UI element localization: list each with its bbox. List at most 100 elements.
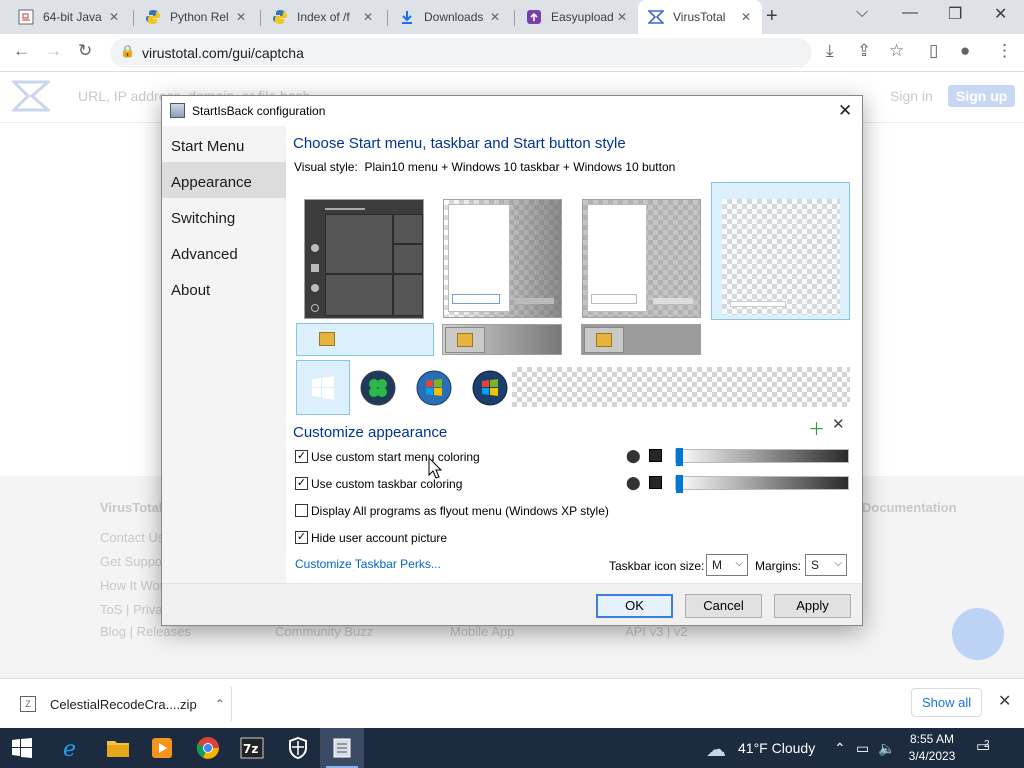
taskbar-file-explorer[interactable] — [96, 728, 140, 768]
restore-icon[interactable]: ❐ — [948, 4, 962, 24]
close-icon[interactable]: ✕ — [360, 10, 376, 24]
checkbox-custom-start-menu-coloring[interactable]: ✓ — [295, 450, 308, 463]
ok-button[interactable]: OK — [596, 594, 673, 618]
chat-button[interactable] — [952, 608, 1004, 660]
taskbar-edge-legacy[interactable]: e — [50, 728, 94, 768]
network-icon[interactable]: ▭ — [856, 740, 869, 757]
margins-select[interactable]: S ⌵ — [805, 554, 847, 576]
profile-avatar-icon[interactable]: ● — [960, 41, 970, 61]
start-button-windows10[interactable] — [296, 360, 350, 415]
taskbar-media-player[interactable] — [140, 728, 184, 768]
start-button-clover-icon[interactable] — [360, 370, 396, 406]
checkbox-all-programs-flyout[interactable] — [295, 504, 308, 517]
footer-link[interactable]: Get Support — [100, 554, 170, 569]
share-icon[interactable]: ⇪ — [857, 41, 871, 61]
slider-thumb[interactable] — [676, 475, 683, 493]
cloud-weather-icon[interactable]: ☁ — [706, 737, 726, 762]
start-menu-preview-windows7[interactable] — [443, 199, 562, 318]
download-item[interactable]: Z CelestialRecodeCra....zip ⌃ — [14, 687, 232, 721]
close-icon[interactable]: ✕ — [738, 10, 754, 24]
tab-python-release[interactable]: Python Rel ✕ — [135, 0, 257, 34]
start-button-windows7-orb-icon[interactable] — [416, 370, 452, 406]
bookmark-star-icon[interactable]: ☆ — [889, 41, 904, 61]
checkbox-custom-taskbar-coloring[interactable]: ✓ — [295, 477, 308, 490]
remove-icon[interactable]: ✕ — [832, 415, 845, 433]
start-button-vista-orb-icon[interactable] — [472, 370, 508, 406]
close-icon[interactable]: ✕ — [233, 10, 249, 24]
show-all-button[interactable]: Show all — [911, 688, 983, 717]
footer-link[interactable]: Mobile App — [450, 624, 514, 639]
taskbar-color-slider[interactable] — [675, 475, 849, 493]
windows-logo-icon — [12, 738, 32, 758]
start-menu-preview-plain10[interactable] — [711, 182, 850, 320]
download-bar: Z CelestialRecodeCra....zip ⌃ Show all ✕ — [0, 678, 1024, 728]
back-icon[interactable]: ← — [13, 41, 30, 61]
7zip-icon: 7z — [240, 737, 264, 759]
close-icon[interactable]: ✕ — [487, 10, 503, 24]
taskbar-7zip[interactable]: 7z — [230, 728, 274, 768]
chevron-up-icon[interactable]: ⌃ — [834, 740, 846, 757]
new-tab-button[interactable]: + — [766, 5, 778, 28]
footer-link[interactable]: API v3 | v2 — [625, 624, 688, 639]
taskbar-color-swatch[interactable] — [649, 476, 662, 489]
reload-icon[interactable]: ↻ — [78, 41, 92, 61]
taskbar-preview-windows7[interactable] — [442, 324, 562, 355]
window-close-icon[interactable]: ✕ — [994, 4, 1007, 24]
slider-thumb[interactable] — [676, 448, 683, 466]
sign-up-button[interactable]: Sign up — [948, 85, 1016, 107]
start-menu-color-slider[interactable] — [675, 448, 849, 466]
clock[interactable]: 8:55 AM 3/4/2023 — [904, 731, 960, 765]
mouse-cursor-icon — [428, 457, 442, 479]
taskbar-icon-size-select[interactable]: M ⌵ — [706, 554, 748, 576]
tab-virustotal[interactable]: VirusTotal ✕ — [638, 0, 762, 34]
tab-easyupload[interactable]: Easyupload ✕ — [516, 0, 638, 34]
footer-link[interactable]: Blog | Releases — [100, 624, 191, 639]
address-bar[interactable]: 🔒 virustotal.com/gui/captcha — [110, 38, 812, 68]
taskbar-chrome[interactable] — [186, 728, 230, 768]
tab-search-icon[interactable]: ⌵ — [856, 4, 868, 22]
footer-link[interactable]: Community Buzz — [275, 624, 373, 639]
side-panel-icon[interactable]: ▯ — [929, 41, 938, 61]
chevron-up-icon[interactable]: ⌃ — [215, 697, 225, 711]
clock-date: 3/4/2023 — [908, 749, 956, 763]
volume-icon[interactable]: 🔈 — [878, 740, 895, 757]
apply-button[interactable]: Apply — [774, 594, 851, 618]
nav-appearance[interactable]: Appearance — [162, 162, 286, 198]
virustotal-logo-icon[interactable] — [12, 80, 50, 112]
start-button[interactable] — [0, 728, 44, 768]
lock-icon[interactable]: 🔒 — [120, 44, 135, 58]
taskbar-preview-vista[interactable] — [581, 324, 701, 355]
footer-heading: Documentation — [862, 500, 957, 515]
nav-switching[interactable]: Switching — [162, 198, 286, 234]
minimize-icon[interactable]: — — [902, 4, 918, 22]
nav-about[interactable]: About — [162, 270, 286, 306]
close-icon[interactable]: ✕ — [838, 101, 852, 121]
close-icon[interactable]: ✕ — [614, 10, 630, 24]
forward-icon[interactable]: → — [45, 41, 62, 61]
start-menu-preview-vista[interactable] — [582, 199, 701, 318]
transparency-drop-icon: ⬤ — [626, 448, 641, 463]
tab-index[interactable]: Index of /f ✕ — [262, 0, 384, 34]
tab-downloads[interactable]: Downloads ✕ — [389, 0, 511, 34]
nav-advanced[interactable]: Advanced — [162, 234, 286, 270]
customize-taskbar-perks-link[interactable]: Customize Taskbar Perks... — [295, 557, 441, 571]
start-menu-color-swatch[interactable] — [649, 449, 662, 462]
checkbox-label: Use custom taskbar coloring — [311, 477, 463, 491]
weather-text[interactable]: 41°F Cloudy — [738, 740, 815, 756]
close-icon[interactable]: ✕ — [106, 10, 122, 24]
cancel-button[interactable]: Cancel — [685, 594, 762, 618]
close-icon[interactable]: ✕ — [998, 691, 1011, 711]
tab-strip: 64-bit Java ✕ Python Rel ✕ Index of /f ✕… — [0, 0, 1024, 34]
sign-in-link[interactable]: Sign in — [890, 88, 933, 104]
checkbox-hide-user-picture[interactable]: ✓ — [295, 531, 308, 544]
nav-start-menu[interactable]: Start Menu — [162, 126, 286, 162]
start-menu-preview-windows10[interactable] — [304, 199, 424, 319]
menu-kebab-icon[interactable]: ⋮ — [996, 41, 1013, 61]
taskbar-security[interactable] — [276, 728, 320, 768]
taskbar-preview-windows10[interactable] — [296, 323, 434, 356]
footer-link[interactable]: Contact Us — [100, 530, 164, 545]
taskbar-startisback[interactable] — [320, 728, 364, 768]
install-app-icon[interactable]: ⤓ — [826, 41, 834, 61]
tab-java[interactable]: 64-bit Java ✕ — [8, 0, 130, 34]
add-icon[interactable]: ＋ — [808, 415, 825, 440]
